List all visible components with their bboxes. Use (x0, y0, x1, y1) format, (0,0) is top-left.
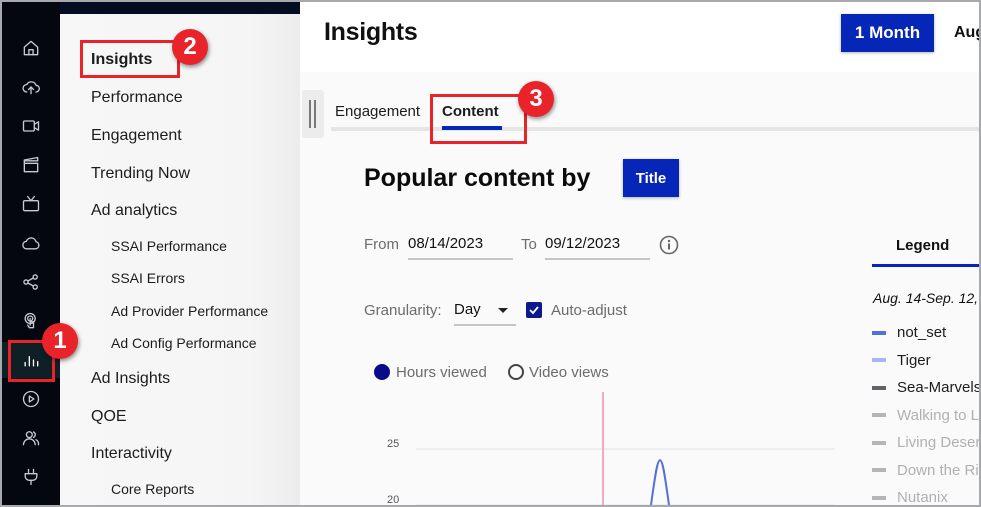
hours-viewed-label: Hours viewed (396, 364, 487, 381)
rail-share[interactable] (2, 264, 60, 300)
sub-navigation: Insights Performance Engagement Trending… (60, 14, 300, 505)
auto-adjust-checkbox[interactable] (526, 302, 542, 318)
from-date-field[interactable]: 08/14/2023 (408, 230, 513, 260)
legend-swatch (872, 468, 886, 472)
legend-item[interactable]: Tiger (872, 352, 931, 369)
one-month-button[interactable]: 1 Month (841, 14, 934, 52)
rail-users[interactable] (2, 420, 60, 456)
rail-media[interactable] (2, 147, 60, 183)
nav-item-engagement[interactable]: Engagement (91, 127, 182, 145)
granularity-label: Granularity: (364, 302, 442, 319)
tv-icon (22, 195, 40, 212)
granularity-value: Day (454, 301, 481, 318)
handle-bar (314, 100, 316, 128)
legend-item[interactable]: Walking to L (872, 407, 979, 424)
callout-badge-3: 3 (518, 81, 554, 117)
legend-tab-indicator (872, 264, 979, 267)
legend-swatch (872, 358, 886, 362)
callout-box-3 (430, 94, 527, 144)
rail-upload[interactable] (2, 69, 60, 105)
nav-item-trending-now[interactable]: Trending Now (91, 165, 190, 183)
tab-engagement[interactable]: Engagement (335, 103, 420, 120)
date-range-label[interactable]: Aug (954, 24, 979, 42)
page-header: Insights 1 Month Aug (300, 2, 979, 72)
legend-tab[interactable]: Legend (896, 237, 949, 254)
hours-viewed-chart: 25 20 (387, 392, 835, 505)
group-by-title-button[interactable]: Title (623, 159, 679, 197)
legend-item[interactable]: Nutanix (872, 489, 948, 505)
chevron-down-icon (498, 308, 508, 313)
rail-player[interactable] (2, 381, 60, 417)
rail-home[interactable] (2, 30, 60, 66)
nav-item-ad-analytics[interactable]: Ad analytics (91, 202, 177, 220)
icon-rail (2, 2, 60, 505)
callout-badge-2: 2 (172, 29, 208, 65)
legend-label: Walking to L (897, 406, 979, 424)
legend-item[interactable]: Down the Ri (872, 462, 979, 479)
nav-item-ssai-performance[interactable]: SSAI Performance (111, 238, 227, 254)
legend-label: not_set (897, 324, 947, 341)
y-tick-label: 25 (387, 438, 399, 450)
nav-item-performance[interactable]: Performance (91, 89, 183, 107)
plug-icon (24, 468, 38, 486)
page-title: Insights (324, 18, 418, 46)
legend-date-range: Aug. 14-Sep. 12, (873, 290, 979, 306)
nav-item-ad-provider-performance[interactable]: Ad Provider Performance (111, 303, 268, 319)
legend-label: Living Deser (897, 434, 979, 451)
nav-item-ad-insights[interactable]: Ad Insights (91, 370, 170, 388)
rail-integrations[interactable] (2, 459, 60, 495)
play-circle-icon (22, 390, 40, 408)
hours-viewed-radio[interactable] (374, 364, 390, 380)
nav-item-qoe[interactable]: QOE (91, 408, 127, 426)
video-views-label: Video views (529, 364, 609, 381)
check-icon (529, 306, 539, 315)
main-content: Insights 1 Month Aug Engagement Content … (300, 2, 979, 505)
legend-swatch (872, 413, 886, 417)
nav-item-ssai-errors[interactable]: SSAI Errors (111, 270, 185, 286)
video-camera-icon (22, 120, 40, 132)
rail-tv[interactable] (2, 186, 60, 222)
legend-label: Down the Ri (897, 461, 979, 479)
legend-swatch (872, 385, 886, 390)
y-tick-label: 20 (387, 494, 399, 505)
callout-badge-1: 1 (42, 323, 78, 359)
callout-box-2 (80, 40, 180, 78)
legend-label: Tiger (897, 351, 931, 369)
video-views-radio[interactable] (508, 364, 524, 380)
legend-item[interactable]: Living Deser (872, 434, 979, 451)
cloud-icon (22, 237, 40, 250)
to-date-field[interactable]: 09/12/2023 (545, 230, 650, 260)
to-label: To (521, 236, 537, 253)
info-icon[interactable] (659, 235, 679, 255)
users-icon (22, 431, 40, 446)
tabs-track (331, 127, 979, 131)
collapse-nav-handle[interactable] (302, 90, 324, 138)
legend-swatch (872, 330, 886, 335)
legend-label: Sea-Marvels (897, 379, 979, 396)
nav-item-interactivity[interactable]: Interactivity (91, 445, 172, 463)
top-strip (60, 2, 300, 14)
handle-bar (309, 100, 311, 128)
share-icon (23, 274, 38, 290)
legend-swatch (872, 495, 886, 500)
section-title: Popular content by (364, 164, 591, 192)
series-line-not_set (650, 459, 670, 505)
rail-video[interactable] (2, 108, 60, 144)
legend-item[interactable]: not_set (872, 324, 946, 341)
nav-item-ad-config-performance[interactable]: Ad Config Performance (111, 335, 257, 351)
rail-cloud[interactable] (2, 225, 60, 261)
touch-icon (24, 312, 36, 329)
upload-cloud-icon (22, 81, 40, 95)
auto-adjust-label: Auto-adjust (551, 302, 627, 319)
from-label: From (364, 236, 399, 253)
legend-swatch (872, 440, 886, 445)
nav-item-core-reports[interactable]: Core Reports (111, 481, 194, 497)
app-window: Insights Performance Engagement Trending… (2, 2, 979, 505)
home-icon (23, 40, 39, 56)
legend-label: Nutanix (897, 489, 948, 505)
clapperboard-icon (23, 156, 39, 173)
legend-item[interactable]: Sea-Marvels (872, 379, 979, 396)
